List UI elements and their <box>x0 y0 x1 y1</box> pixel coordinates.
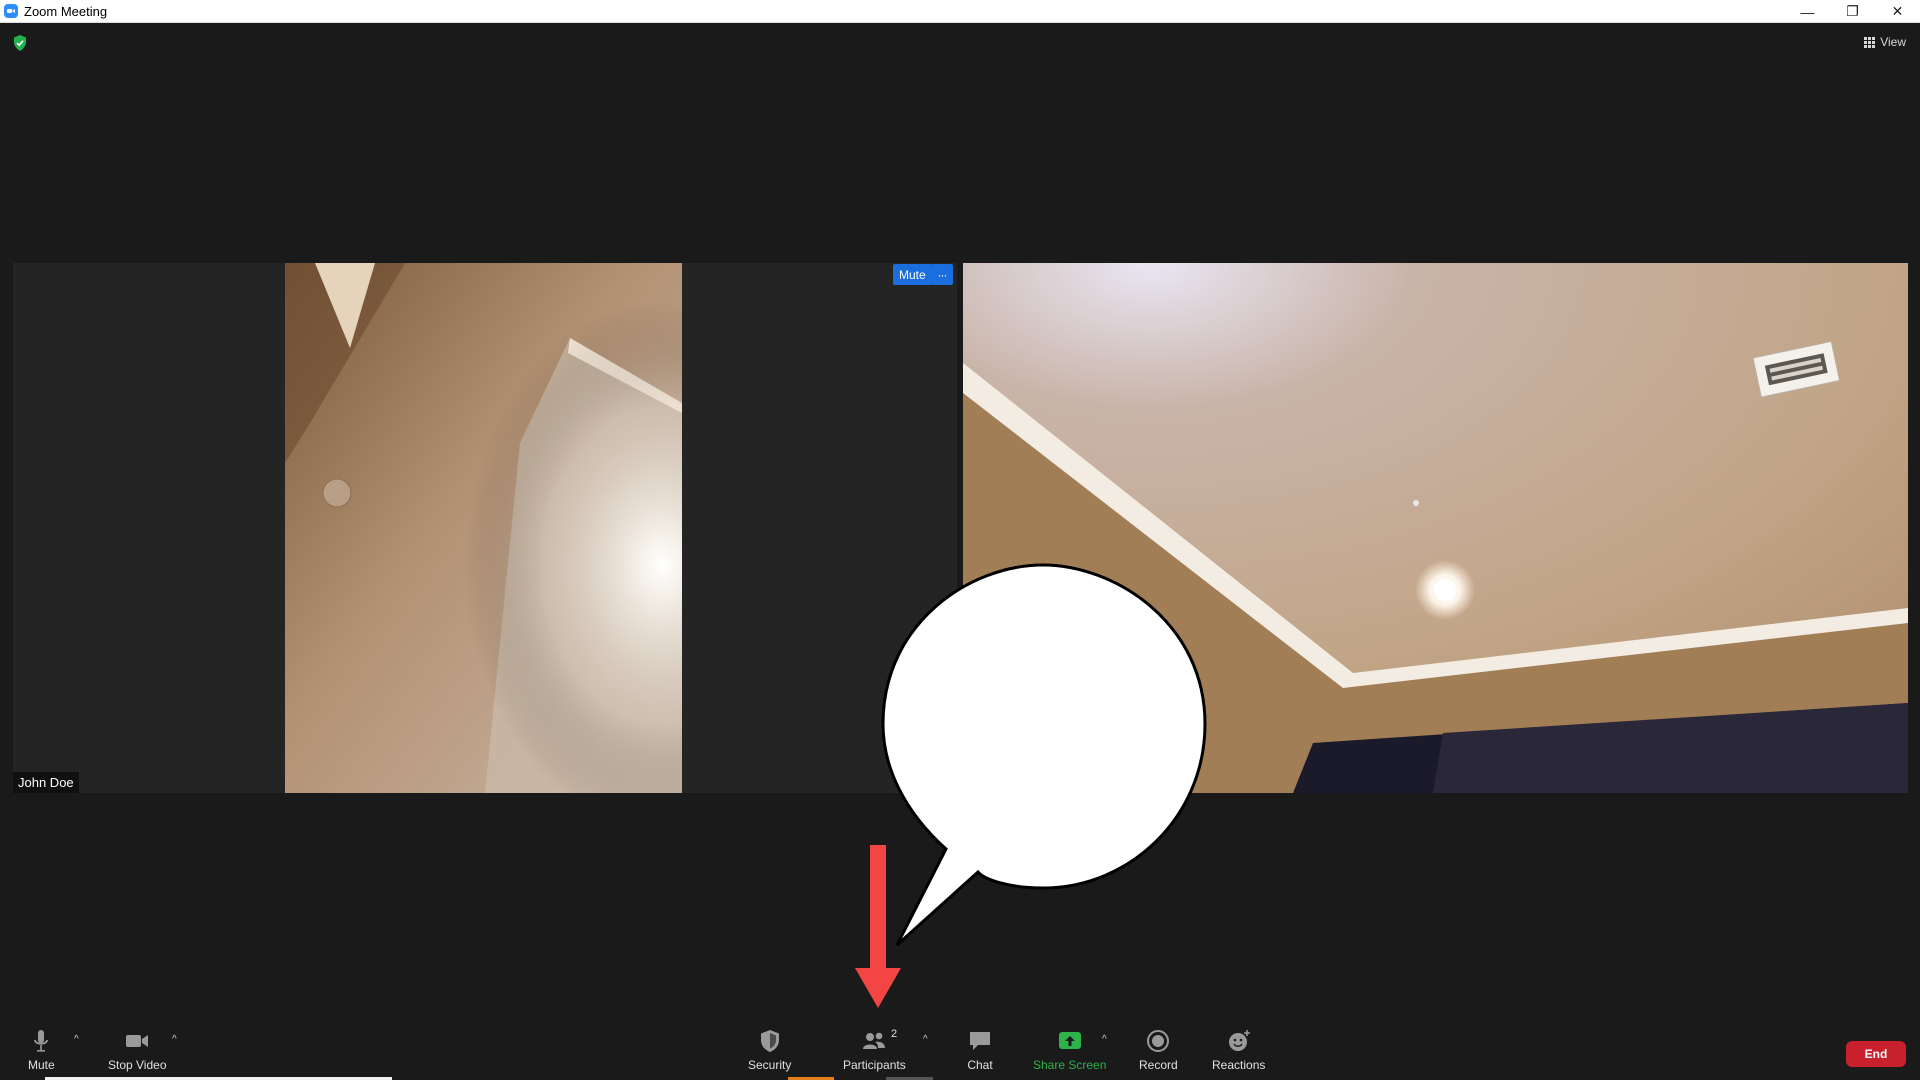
reactions-label: Reactions <box>1212 1058 1266 1072</box>
participant-more-button[interactable]: ··· <box>931 264 953 285</box>
participants-count-badge: 2 <box>891 1028 898 1040</box>
audio-options-caret[interactable]: ^ <box>74 1034 79 1045</box>
security-button[interactable]: Security <box>748 1028 791 1072</box>
shield-check-icon[interactable] <box>13 35 27 51</box>
share-options-caret[interactable]: ^ <box>1102 1034 1107 1045</box>
video-camera-icon <box>126 1035 149 1047</box>
participant-name-tag: John Doe <box>13 772 79 793</box>
title-bar: Zoom Meeting — ❐ ✕ <box>0 0 1920 23</box>
mute-button[interactable]: Mute <box>28 1028 55 1072</box>
view-button[interactable]: View <box>1864 35 1906 49</box>
stop-video-label: Stop Video <box>108 1058 167 1072</box>
chat-button[interactable]: Chat <box>967 1028 993 1072</box>
view-label: View <box>1880 35 1906 49</box>
reactions-button[interactable]: Reactions <box>1212 1028 1265 1072</box>
participant-mute-button[interactable]: Mute <box>893 264 932 285</box>
share-screen-label: Share Screen <box>1033 1058 1107 1072</box>
record-icon <box>1147 1030 1170 1052</box>
participants-options-caret[interactable]: ^ <box>923 1034 928 1045</box>
share-screen-icon <box>1058 1032 1081 1049</box>
restore-button[interactable]: ❐ <box>1830 0 1875 23</box>
video-tile-remote[interactable] <box>963 263 1908 793</box>
record-button[interactable]: Record <box>1139 1028 1178 1072</box>
close-button[interactable]: ✕ <box>1875 0 1920 23</box>
reactions-icon <box>1228 1030 1250 1051</box>
microphone-icon <box>34 1030 49 1052</box>
security-label: Security <box>748 1058 792 1072</box>
meeting-toolbar: Mute ^ Stop Video ^ Security Participant… <box>0 1020 1920 1080</box>
video-options-caret[interactable]: ^ <box>172 1034 177 1045</box>
security-shield-icon <box>760 1030 779 1052</box>
mute-label: Mute <box>28 1058 55 1072</box>
participants-label: Participants <box>843 1058 906 1072</box>
window-title: Zoom Meeting <box>24 3 108 19</box>
video-feed-remote <box>963 263 1908 793</box>
chat-label: Chat <box>967 1058 993 1072</box>
video-tile-john-doe[interactable]: John Doe <box>13 263 957 793</box>
share-screen-button[interactable]: Share Screen <box>1033 1028 1106 1072</box>
video-feed-john-doe <box>285 263 682 793</box>
participants-icon <box>863 1032 886 1049</box>
record-label: Record <box>1139 1058 1178 1072</box>
stop-video-button[interactable]: Stop Video <box>108 1028 167 1072</box>
zoom-app-icon <box>4 4 18 18</box>
chat-icon <box>970 1032 990 1050</box>
end-meeting-button[interactable]: End <box>1846 1041 1906 1067</box>
grid-icon <box>1864 36 1876 48</box>
minimize-button[interactable]: — <box>1785 0 1830 23</box>
